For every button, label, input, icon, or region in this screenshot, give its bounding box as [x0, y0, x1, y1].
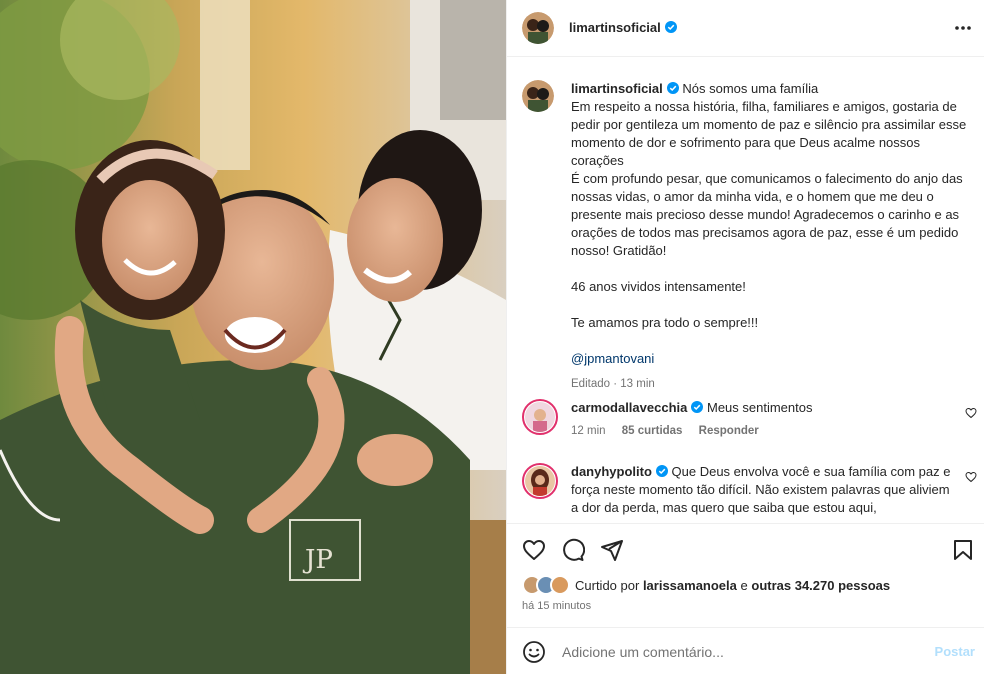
emoji-icon[interactable]	[522, 640, 546, 664]
share-icon[interactable]	[600, 538, 624, 562]
liker-avatars[interactable]	[522, 575, 570, 595]
caption-author-avatar[interactable]	[522, 80, 554, 112]
comment-likes-count[interactable]: 85 curtidas	[622, 425, 683, 437]
comment-icon[interactable]	[561, 538, 585, 562]
comment-meta: 12 min 85 curtidas Responder	[571, 425, 977, 437]
post-header: limartinsoficial	[507, 0, 984, 57]
caption-username[interactable]: limartinsoficial	[571, 81, 663, 96]
comment-text: carmodallavecchia Meus sentimentos	[571, 399, 951, 417]
likes-connector: e	[740, 578, 748, 593]
verified-badge-icon	[655, 465, 668, 477]
post-photo[interactable]: JP	[0, 0, 506, 674]
heart-icon[interactable]	[522, 538, 546, 562]
post-action-bar	[507, 523, 984, 575]
svg-text:JP: JP	[302, 545, 333, 575]
comment-like-heart-icon[interactable]	[965, 407, 977, 419]
comment-time: 12 min	[571, 425, 606, 437]
bookmark-icon[interactable]	[951, 538, 975, 562]
edited-label: Editado	[571, 378, 611, 390]
likes-others-link[interactable]: outras 34.270 pessoas	[751, 578, 890, 593]
caption-meta: Editado · 13 min	[571, 378, 655, 390]
add-comment-bar: Postar	[507, 627, 984, 674]
likes-summary: Curtido por larissamanoela e outras 34.2…	[522, 575, 982, 595]
post-timestamp[interactable]: há 15 minutos	[522, 600, 591, 612]
caption-paragraph: Te amamos pra todo o sempre!!!	[571, 315, 759, 330]
liker-username[interactable]: larissamanoela	[643, 578, 737, 593]
commenter-username[interactable]: danyhypolito	[571, 464, 652, 479]
post-details-panel: limartinsoficial limartinsoficial Nós so…	[506, 0, 984, 674]
likes-prefix: Curtido por	[575, 578, 640, 593]
commenter-avatar[interactable]	[522, 399, 558, 435]
comment-text: danyhypolito Que Deus envolva você e sua…	[571, 463, 951, 517]
author-username[interactable]: limartinsoficial	[569, 20, 677, 35]
commenter-username[interactable]: carmodallavecchia	[571, 400, 687, 415]
caption-paragraph: Em respeito a nossa história, filha, fam…	[571, 99, 970, 168]
post-caption: limartinsoficial Nós somos uma família E…	[522, 80, 972, 393]
mention-link[interactable]: @jpmantovani	[571, 351, 654, 366]
verified-badge-icon	[664, 21, 677, 33]
author-avatar[interactable]	[522, 12, 554, 44]
comment-item: danyhypolito Que Deus envolva você e sua…	[522, 463, 977, 517]
caption-text: limartinsoficial Nós somos uma família E…	[571, 80, 972, 393]
commenter-avatar[interactable]	[522, 463, 558, 499]
verified-badge-icon	[691, 401, 704, 413]
family-photo-image: JP	[0, 0, 506, 674]
comment-input[interactable]	[562, 640, 912, 664]
more-options-icon[interactable]	[953, 18, 973, 38]
post-comment-button[interactable]: Postar	[935, 644, 975, 659]
reply-button[interactable]: Responder	[699, 425, 759, 437]
comment-like-heart-icon[interactable]	[965, 471, 977, 483]
caption-paragraph: É com profundo pesar, que comunicamos o …	[571, 171, 967, 258]
likes-text: Curtido por larissamanoela e outras 34.2…	[575, 578, 890, 593]
comment-body: Meus sentimentos	[706, 400, 813, 415]
comments-scroll-area[interactable]: limartinsoficial Nós somos uma família E…	[507, 58, 984, 523]
caption-paragraph: 46 anos vividos intensamente!	[571, 279, 746, 294]
verified-badge-icon	[666, 82, 679, 94]
caption-first-line: Nós somos uma família	[682, 81, 819, 96]
caption-time: 13 min	[620, 378, 655, 390]
comment-item: carmodallavecchia Meus sentimentos 12 mi…	[522, 399, 977, 437]
